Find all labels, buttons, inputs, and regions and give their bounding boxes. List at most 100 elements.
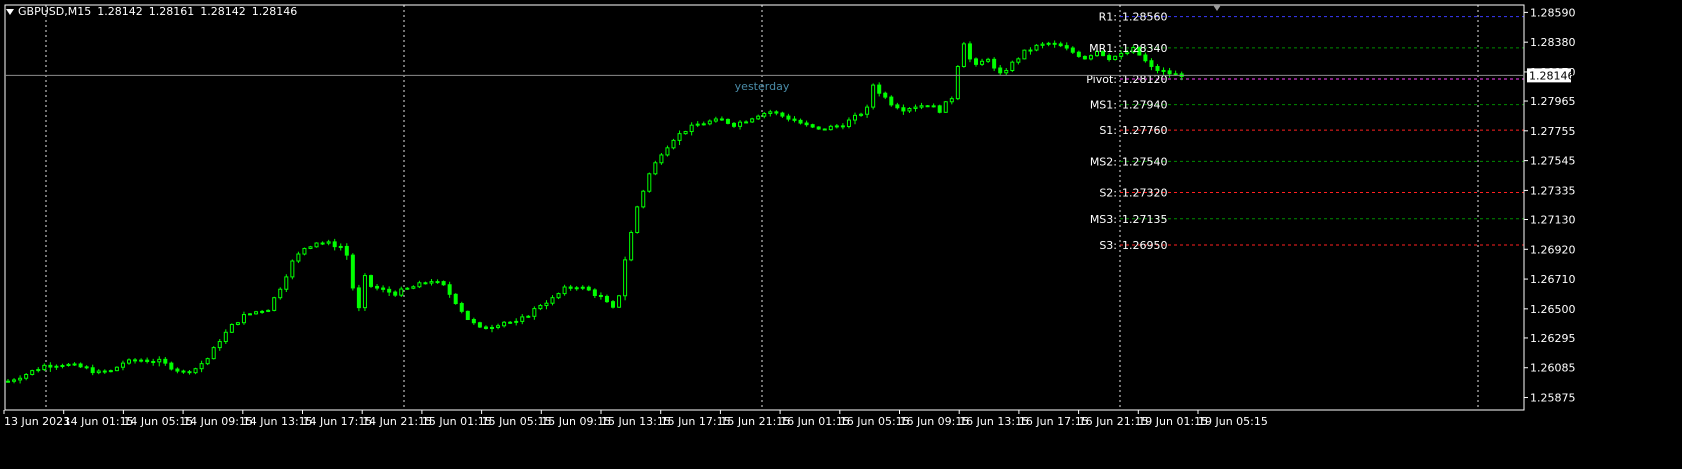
y-tick-label-5: 1.27545 <box>1530 155 1576 168</box>
candle-body <box>399 288 404 296</box>
candle-body <box>187 371 192 374</box>
candle-body <box>435 281 440 284</box>
candle-body <box>738 121 743 127</box>
candle-body <box>145 359 150 363</box>
candle-body <box>477 322 482 328</box>
candle-body <box>732 122 736 127</box>
x-tick-label-20: 19 Jun 05:15 <box>1198 415 1268 428</box>
candle-body <box>792 118 797 121</box>
level-value-7: 1.27135 <box>1122 213 1168 226</box>
candle-body <box>199 363 204 370</box>
candle-body <box>12 379 17 382</box>
candle-body <box>744 121 749 124</box>
candle-body <box>707 120 712 125</box>
candle-body <box>314 242 319 248</box>
candle-body <box>762 112 767 117</box>
chart-area[interactable]: R1: 1.28560 MR1: 1.28340 Pivot: 1.28120 MS1: 1.… <box>0 0 1682 465</box>
candle-body <box>943 101 948 113</box>
candle-body <box>447 284 452 295</box>
candle-body <box>471 319 476 324</box>
level-value-0: 1.28560 <box>1122 11 1168 24</box>
candle-body <box>235 322 240 325</box>
level-value-1: 1.28340 <box>1122 42 1168 55</box>
candle-body <box>865 106 870 115</box>
symbol-label: GBPUSD,M15 <box>18 5 92 18</box>
candle-body <box>423 282 428 285</box>
candle-body <box>217 341 222 349</box>
y-tick-label-11: 1.26295 <box>1530 332 1576 345</box>
candle-body <box>78 363 83 368</box>
y-tick-label-3: 1.27965 <box>1530 95 1576 108</box>
candle-body <box>205 358 210 365</box>
candle-body <box>925 105 930 108</box>
candle-body <box>834 125 839 128</box>
candle-body <box>1040 43 1045 46</box>
candle-body <box>617 295 622 308</box>
candle-body <box>120 362 125 368</box>
candle-body <box>816 126 821 130</box>
candle-body <box>96 370 101 374</box>
candle-body <box>508 321 513 324</box>
candle-body <box>859 113 864 116</box>
candle-body <box>671 139 676 149</box>
candle-body <box>387 288 392 293</box>
candle-body <box>405 287 410 290</box>
level-value-3: 1.27940 <box>1122 99 1168 112</box>
candle-body <box>375 285 380 289</box>
candle-body <box>659 154 664 164</box>
candle-body <box>84 366 89 369</box>
candle-body <box>604 295 609 303</box>
y-tick-label-13: 1.25875 <box>1530 392 1576 405</box>
candle-body <box>853 114 857 121</box>
candle-body <box>889 96 894 106</box>
candle-body <box>937 105 942 113</box>
candle-body <box>895 104 900 109</box>
candle-body <box>211 347 216 360</box>
candle-body <box>290 260 295 278</box>
y-tick-label-9: 1.26710 <box>1530 273 1576 286</box>
candle-body <box>526 315 531 318</box>
candle-body <box>998 67 1003 74</box>
dropdown-triangle-icon[interactable] <box>6 9 14 15</box>
level-value-8: 1.26950 <box>1122 239 1168 252</box>
candle-body <box>18 377 23 381</box>
candle-body <box>786 115 791 120</box>
candle-body <box>326 241 331 244</box>
candle-body <box>798 119 803 124</box>
level-label-7: MS3: <box>1090 213 1117 226</box>
candle-body <box>496 325 501 328</box>
candle-body <box>1052 42 1057 45</box>
candle-body <box>1107 55 1112 60</box>
candle-body <box>641 190 646 208</box>
candle-body <box>695 123 700 126</box>
level-value-5: 1.27540 <box>1122 155 1168 168</box>
candle-body <box>223 331 228 343</box>
close-price: 1.28146 <box>251 5 298 18</box>
candle-body <box>284 276 289 290</box>
candle-body <box>586 286 591 291</box>
yesterday-annotation: yesterday <box>735 80 790 93</box>
open-price: 1.28142 <box>97 5 143 18</box>
candle-body <box>562 286 567 295</box>
candle-body <box>229 323 234 333</box>
candle-body <box>574 287 579 290</box>
candle-body <box>1064 45 1069 49</box>
candle-body <box>1010 61 1015 72</box>
candle-body <box>810 124 815 128</box>
period-separators <box>45 5 1479 410</box>
candle-body <box>580 286 585 289</box>
low-price: 1.28142 <box>200 5 246 18</box>
candle-body <box>441 281 446 286</box>
candle-body <box>483 326 488 329</box>
candle-body <box>961 43 966 67</box>
candle-body <box>967 43 972 60</box>
candle-body <box>417 282 422 288</box>
chart-svg[interactable]: R1: 1.28560MR1: 1.28340Pivot: 1.28120MS1: 1.… <box>0 0 1682 465</box>
candle-body <box>974 58 978 65</box>
candles <box>6 40 1184 384</box>
candle-body <box>828 125 833 131</box>
candle-body <box>598 294 603 297</box>
y-tick-label-4: 1.27755 <box>1530 125 1576 138</box>
candle-body <box>514 320 519 323</box>
candle-body <box>1161 69 1166 72</box>
